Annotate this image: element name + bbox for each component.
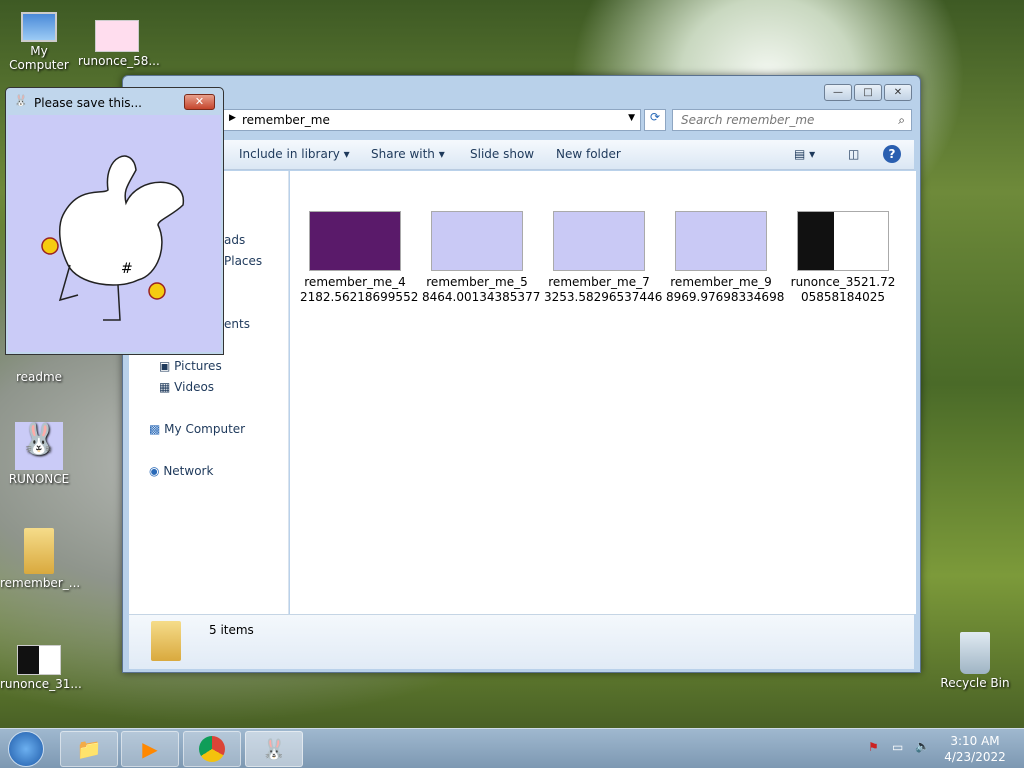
desktop-icon-runonce-31[interactable]: runonce_31...: [0, 645, 82, 691]
file-item[interactable]: remember_me_4 2182.56218699552: [300, 211, 418, 305]
network-icon[interactable]: ▭: [892, 740, 903, 754]
breadcrumb-arrow-icon: ▶: [229, 113, 236, 123]
desktop-icon-remember-folder[interactable]: remember_...: [0, 528, 81, 590]
breadcrumb-folder[interactable]: remember_me: [242, 113, 330, 127]
popup-window: 🐰 Please save this... ✕ #: [5, 87, 224, 355]
desktop-icon-runonce-58[interactable]: runonce_58...: [78, 20, 160, 68]
image-thumbnail: [675, 211, 767, 271]
image-file-icon: [95, 20, 139, 52]
icon-label: runonce_58...: [78, 54, 160, 68]
folder-icon: [24, 528, 54, 574]
action-center-icon[interactable]: ⚑: [868, 740, 879, 754]
command-bar: Include in library ▾ Share with ▾ Slide …: [129, 140, 914, 170]
image-thumbnail: [797, 211, 889, 271]
change-view-icon[interactable]: ▤ ▾: [794, 147, 815, 161]
include-in-library-button[interactable]: Include in library ▾: [239, 147, 350, 161]
desktop-icon-my-computer[interactable]: My Computer: [0, 12, 78, 72]
nav-item-pictures[interactable]: ▣ Pictures: [159, 359, 222, 373]
icon-label: My Computer: [9, 44, 69, 72]
image-thumbnail: [431, 211, 523, 271]
maximize-button[interactable]: □: [854, 84, 882, 101]
image-file-icon: [17, 645, 61, 675]
item-count: 5 items: [209, 623, 254, 637]
taskbar-explorer[interactable]: 📁: [60, 731, 118, 767]
image-thumbnail: [553, 211, 645, 271]
bunny-icon: 🐰: [14, 94, 28, 107]
new-folder-button[interactable]: New folder: [556, 147, 621, 161]
taskbar: 📁 ▶ 🐰 ⚑ ▭ 🔈 3:10 AM 4/23/2022: [0, 728, 1024, 768]
bunny-icon: 🐰: [261, 737, 287, 761]
bunny-icon: 🐰: [15, 422, 63, 470]
folder-icon: 📁: [76, 737, 102, 761]
address-dropdown-icon[interactable]: ▼: [628, 113, 635, 123]
search-icon[interactable]: ⌕: [898, 113, 905, 128]
file-item[interactable]: runonce_3521.72 05858184025: [788, 211, 898, 305]
details-pane: 5 items: [129, 614, 914, 669]
search-input[interactable]: Search remember_me ⌕: [672, 109, 912, 131]
nav-item-documents[interactable]: ents: [224, 317, 250, 331]
taskbar-runonce[interactable]: 🐰: [245, 731, 303, 767]
start-button[interactable]: [8, 731, 44, 767]
popup-close-button[interactable]: ✕: [184, 94, 215, 110]
bunny-image: #: [41, 155, 184, 321]
minimize-button[interactable]: —: [824, 84, 852, 101]
desktop-icon-runonce[interactable]: 🐰 RUNONCE: [0, 422, 78, 486]
chrome-icon: [199, 736, 225, 762]
recycle-bin-icon: [960, 632, 990, 674]
icon-label: Recycle Bin: [940, 676, 1010, 690]
refresh-button[interactable]: ⟳: [644, 109, 666, 131]
computer-icon: ▩: [149, 422, 161, 436]
network-icon: ◉: [149, 464, 160, 478]
icon-label: RUNONCE: [8, 472, 70, 486]
address-bar[interactable]: ▶ remember_me ▼: [223, 109, 641, 131]
icon-label: readme: [15, 370, 63, 384]
nav-item-recent-places[interactable]: Places: [224, 254, 262, 268]
close-button[interactable]: ✕: [884, 84, 912, 101]
nav-item-videos[interactable]: ▦ Videos: [159, 380, 214, 394]
computer-icon: [21, 12, 57, 42]
nav-item-downloads[interactable]: ads: [224, 233, 245, 247]
file-item[interactable]: remember_me_9 8969.97698334698: [666, 211, 784, 305]
explorer-window: — □ ✕ ▶ remember_me ▼ ⟳ Search remember_me ⌕ …: [122, 75, 921, 673]
taskbar-media-player[interactable]: ▶: [121, 731, 179, 767]
nav-item-network[interactable]: ◉ Network: [149, 464, 213, 478]
share-with-button[interactable]: Share with ▾: [371, 147, 445, 161]
popup-title: Please save this...: [34, 96, 142, 110]
taskbar-chrome[interactable]: [183, 731, 241, 767]
search-placeholder: Search remember_me: [681, 113, 815, 127]
popup-body: #: [8, 115, 221, 352]
desktop-icon-recycle-bin[interactable]: Recycle Bin: [936, 632, 1014, 690]
preview-pane-icon[interactable]: ◫: [848, 147, 859, 161]
volume-icon[interactable]: 🔈: [915, 739, 930, 753]
icon-label: runonce_31...: [0, 677, 82, 691]
nav-item-my-computer[interactable]: ▩ My Computer: [149, 422, 245, 436]
icon-label: remember_...: [0, 576, 81, 590]
image-thumbnail: [309, 211, 401, 271]
media-player-icon: ▶: [142, 737, 158, 761]
file-item[interactable]: remember_me_5 8464.00134385377: [422, 211, 540, 305]
bunny-mark: #: [121, 261, 133, 277]
help-icon[interactable]: ?: [883, 145, 901, 163]
clock[interactable]: 3:10 AM 4/23/2022: [940, 733, 1010, 765]
folder-icon: [151, 621, 181, 661]
pictures-icon: ▣: [159, 359, 171, 373]
file-item[interactable]: remember_me_7 3253.58296537446: [544, 211, 662, 305]
desktop-icon-readme[interactable]: readme: [0, 370, 78, 384]
videos-icon: ▦: [159, 380, 171, 394]
slide-show-button[interactable]: Slide show: [470, 147, 534, 161]
file-list: remember_me_4 2182.56218699552 remember_m…: [290, 171, 916, 614]
